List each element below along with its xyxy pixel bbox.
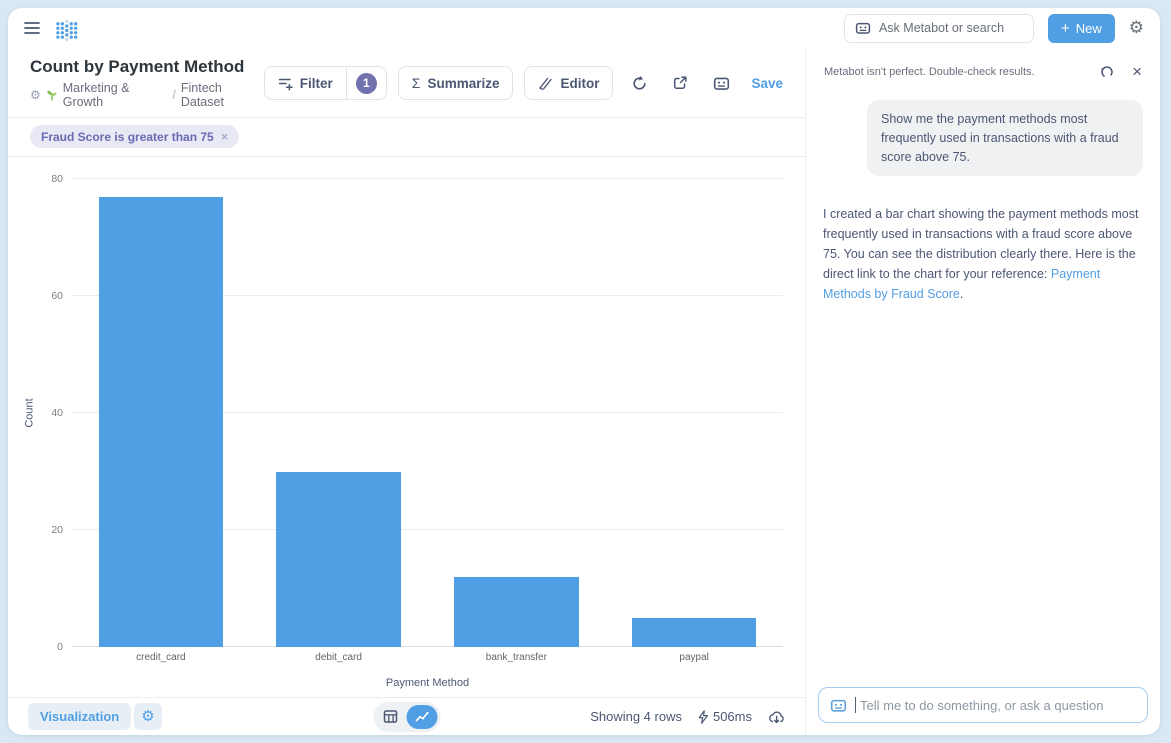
chart-view-button[interactable] [406,704,437,729]
close-sidebar-button[interactable]: × [1132,63,1142,80]
y-axis-label[interactable]: Count [24,398,36,427]
y-tick-label: 0 [57,641,63,653]
bar-debit_card[interactable] [276,471,401,647]
content: Count by Payment Method ⚙ Marketing & Gr… [8,48,1160,735]
plus-icon: + [1060,19,1070,37]
filter-chip-label: Fraud Score is greater than 75 [41,129,214,144]
user-message: Show me the payment methods most frequen… [867,100,1143,177]
filter-bar: Fraud Score is greater than 75 × [8,118,805,157]
visualization-settings-button[interactable]: ⚙ [134,703,162,730]
save-button[interactable]: Save [751,76,783,91]
filter-chip[interactable]: Fraud Score is greater than 75 × [30,125,240,148]
remove-filter-icon[interactable]: × [221,129,229,144]
reset-icon [1099,64,1115,80]
y-tick-label: 60 [51,290,63,302]
question-footer: Visualization ⚙ Showing 4 rows 506ms [8,697,805,735]
row-count: Showing 4 rows [590,709,682,724]
x-tick-label: credit_card [136,652,186,663]
refresh-button[interactable] [624,68,654,98]
breadcrumb-separator: / [172,88,176,102]
metabot-input-icon [830,697,847,714]
view-toggle [373,701,440,732]
editor-button[interactable]: Editor [524,66,614,100]
settings-button[interactable]: ⚙ [1128,17,1144,38]
question-pane: Count by Payment Method ⚙ Marketing & Gr… [8,48,806,735]
metabot-actions-button[interactable] [706,68,736,98]
filter-icon [278,76,293,91]
bar-slot: bank_transfer [428,179,606,663]
input-placeholder: Tell me to do something, or ask a questi… [860,697,1104,713]
app-window: Ask Metabot or search + New ⚙ Count by P… [8,8,1160,735]
metabase-logo[interactable] [54,16,79,41]
metabot-header: Metabot isn't perfect. Double-check resu… [806,48,1160,88]
breadcrumb-dataset[interactable]: Fintech Dataset [181,81,264,109]
y-tick-label: 80 [51,173,63,185]
metabot-reply: I created a bar chart showing the paymen… [823,207,1139,302]
chart-plot: 0 20 40 60 80 credit_card debit_card bank_trans… [51,173,783,663]
bar-slot: credit_card [72,179,250,663]
x-tick-label: debit_card [315,652,362,663]
metabase-logo-icon [54,16,79,41]
bar-slot: paypal [605,179,783,663]
bar-slot: debit_card [250,179,428,663]
gear-icon: ⚙ [1128,17,1144,38]
global-search-input[interactable]: Ask Metabot or search [843,13,1034,43]
reset-conversation-button[interactable] [1099,64,1115,80]
metabot-disclaimer: Metabot isn't perfect. Double-check resu… [824,65,1035,78]
breadcrumb-collection[interactable]: Marketing & Growth [63,81,168,109]
text-caret [855,697,856,713]
robot-frame-icon [713,75,730,92]
question-title-block: Count by Payment Method ⚙ Marketing & Gr… [30,57,264,109]
x-tick-label: bank_transfer [485,652,547,663]
bars: credit_card debit_card bank_transfer paypal [72,179,783,663]
hamburger-icon [24,21,40,35]
bar-chart: Count 0 20 40 60 80 credit_card debit_card bank… [8,157,805,697]
cloud-download-icon [768,710,785,724]
question-title: Count by Payment Method [30,57,245,76]
filter-count-badge[interactable]: 1 [355,72,377,94]
y-tick-label: 40 [51,407,63,419]
visualization-button[interactable]: Visualization [28,703,132,730]
summarize-button[interactable]: Σ Summarize [397,66,514,100]
metabot-prompt-input[interactable]: Tell me to do something, or ask a questi… [818,687,1148,723]
share-icon [672,75,688,91]
line-chart-icon [414,710,429,723]
lightning-icon [698,709,709,724]
new-button[interactable]: + New [1047,13,1115,43]
viz-gear-icon: ⚙ [141,707,155,725]
metabot-icon [855,20,871,36]
table-view-button[interactable] [376,705,404,729]
sidebar-toggle-button[interactable] [24,21,40,35]
filter-button[interactable]: Filter 1 [263,66,387,100]
sigma-icon: Σ [411,75,421,91]
x-axis-label[interactable]: Payment Method [72,677,783,689]
question-header: Count by Payment Method ⚙ Marketing & Gr… [8,48,805,118]
refresh-icon [631,75,648,92]
search-placeholder: Ask Metabot or search [878,21,1005,35]
table-icon [383,710,397,723]
seedling-icon [46,89,58,101]
metabot-conversation: Show me the payment methods most frequen… [806,88,1160,677]
app-header: Ask Metabot or search + New ⚙ [8,8,1160,48]
bar-paypal[interactable] [631,617,757,647]
y-tick-label: 20 [51,524,63,536]
download-button[interactable] [768,710,785,724]
notebook-pen-icon [538,76,553,91]
question-toolbar: Filter 1 Σ Summarize Editor Save [263,66,783,100]
bar-bank_transfer[interactable] [454,576,579,647]
x-tick-label: paypal [679,652,709,663]
bar-credit_card[interactable] [98,196,224,647]
metabot-sidebar: Metabot isn't perfect. Double-check resu… [806,48,1160,735]
share-button[interactable] [665,68,695,98]
query-duration: 506ms [698,709,752,724]
collection-gear-icon: ⚙ [30,88,41,102]
breadcrumb[interactable]: ⚙ Marketing & Growth / Fintech Dataset [30,81,264,109]
